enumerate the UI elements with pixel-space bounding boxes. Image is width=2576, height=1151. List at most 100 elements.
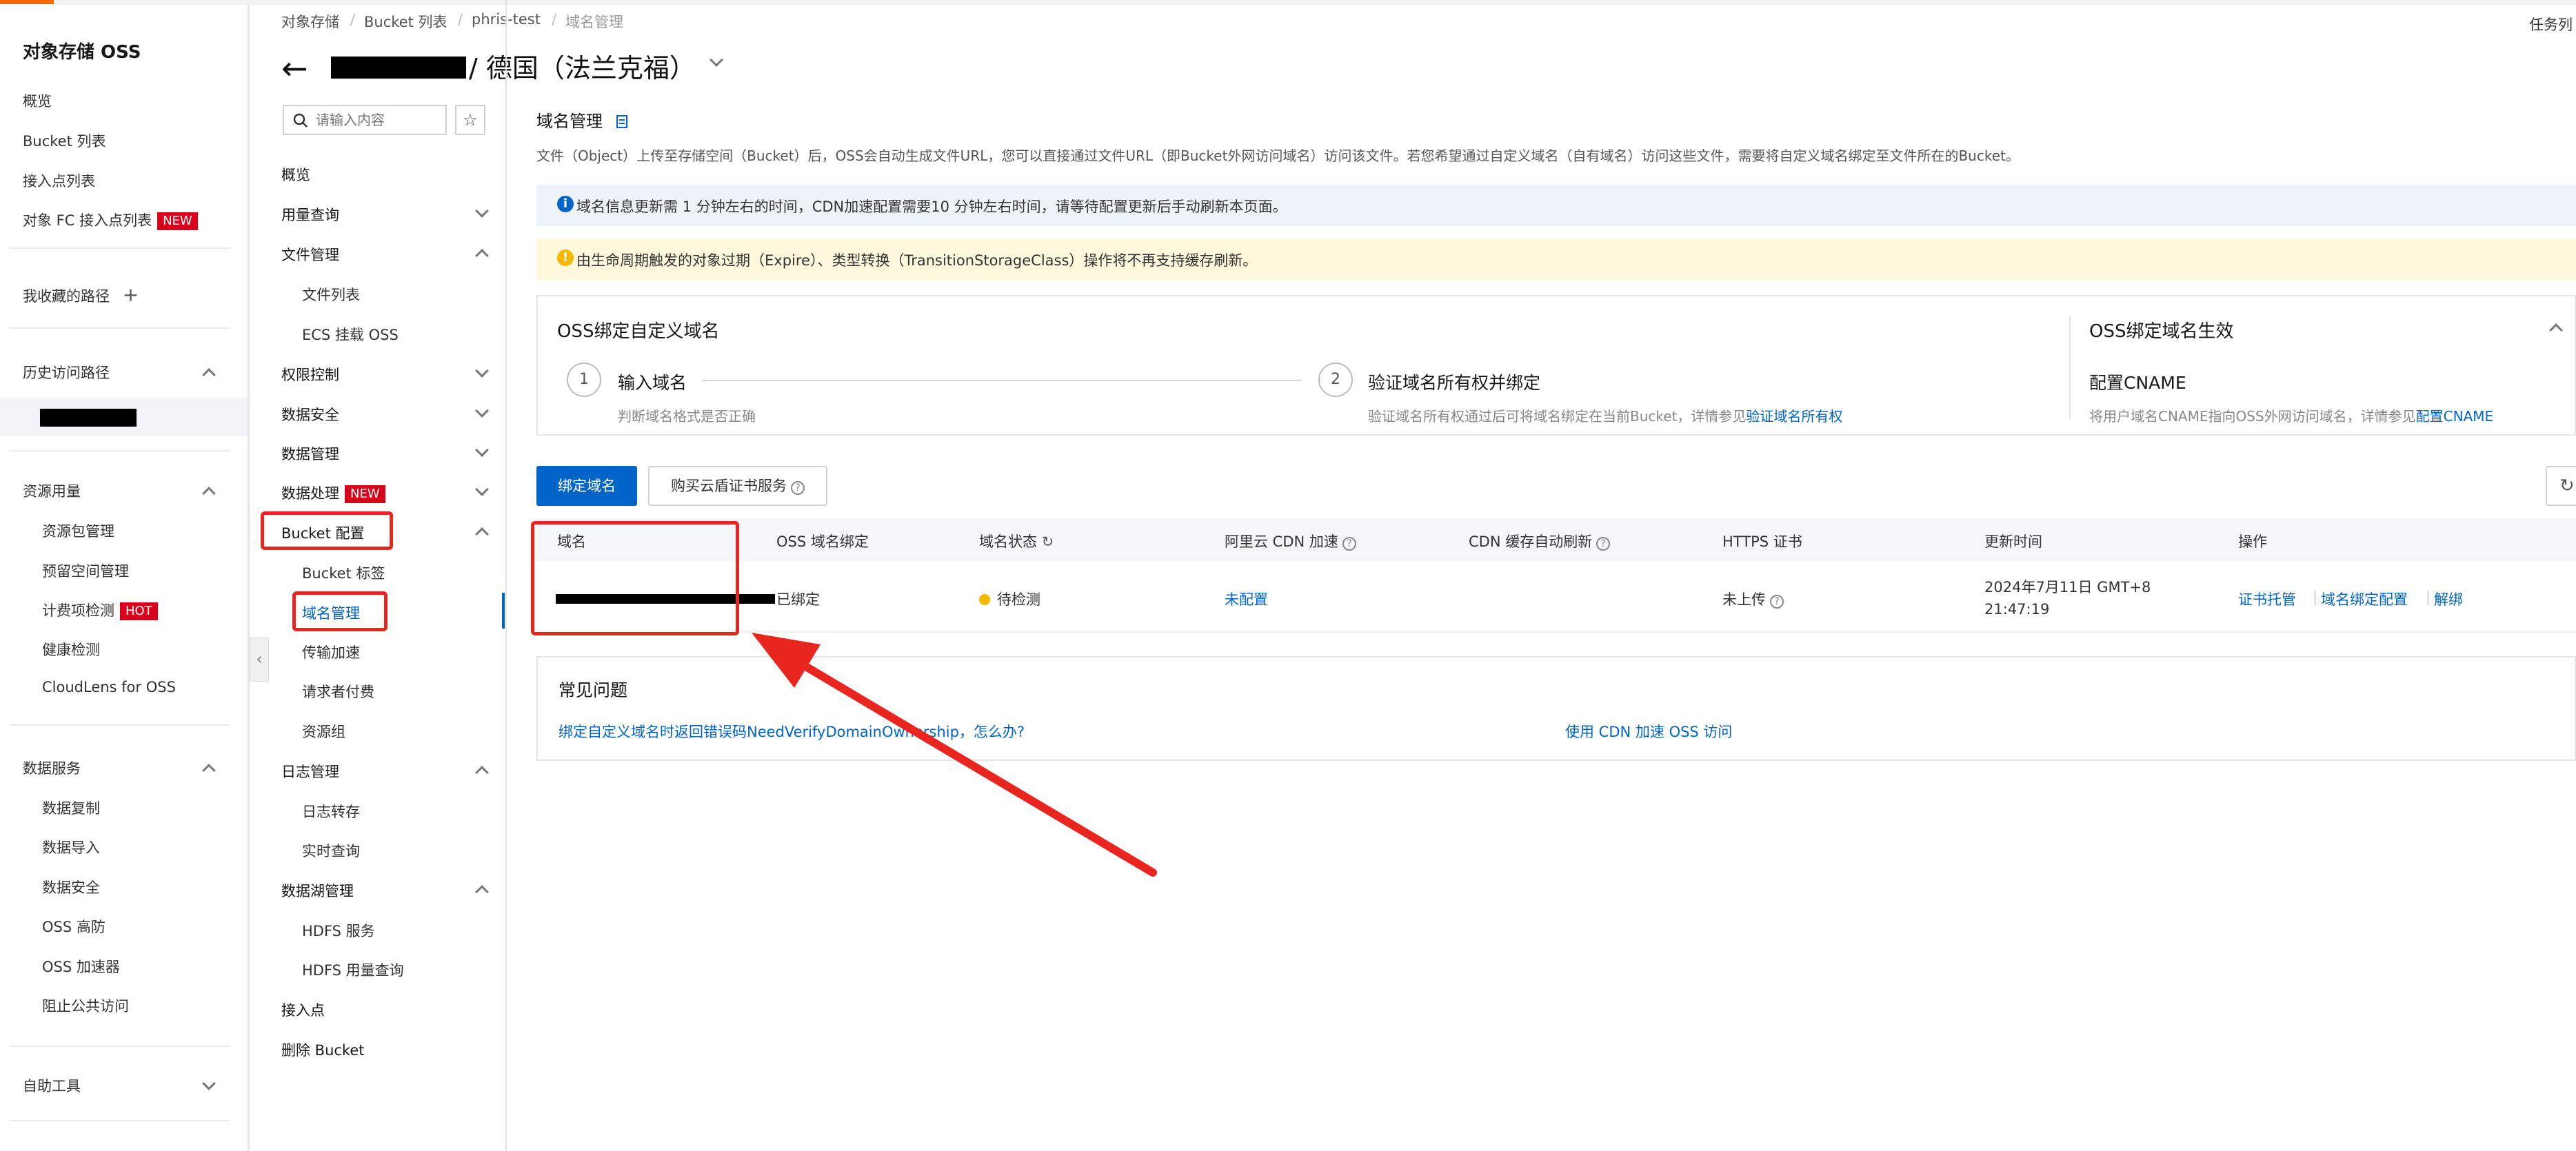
- sidebar-item-data-security[interactable]: 数据安全: [42, 877, 100, 897]
- nav-divider: [505, 0, 507, 1151]
- add-icon[interactable]: +: [123, 283, 139, 306]
- chevron-up-icon[interactable]: [202, 764, 216, 777]
- bucket-nav-search-input[interactable]: [316, 110, 440, 130]
- divider: [10, 450, 230, 451]
- step-label: 输入域名: [618, 373, 687, 393]
- cell-cdn-link[interactable]: 未配置: [1225, 589, 1268, 609]
- bind-domain-button[interactable]: 绑定域名: [536, 466, 637, 506]
- sidebar-item-overview[interactable]: 概览: [23, 90, 52, 111]
- help-icon[interactable]: ?: [1770, 595, 1784, 609]
- bucket-nav-datalake[interactable]: 数据湖管理: [281, 880, 354, 901]
- column-header-label: 域名状态: [979, 533, 1037, 550]
- bucket-nav-log-mgmt[interactable]: 日志管理: [281, 761, 339, 782]
- help-icon[interactable]: ?: [1342, 537, 1356, 551]
- bucket-nav-file-mgmt[interactable]: 文件管理: [281, 244, 339, 265]
- step-number: 1: [567, 363, 601, 397]
- bucket-nav-transfer-acceleration[interactable]: 传输加速: [302, 642, 360, 662]
- bucket-nav-search[interactable]: [283, 105, 447, 135]
- chevron-up-icon[interactable]: [202, 487, 216, 500]
- bucket-nav-data-mgmt[interactable]: 数据管理: [281, 443, 339, 464]
- divider: [10, 1046, 230, 1047]
- refresh-icon[interactable]: ↻: [1042, 533, 1054, 550]
- bucket-nav-file-list[interactable]: 文件列表: [302, 284, 360, 305]
- action-domain-config[interactable]: 域名绑定配置: [2321, 589, 2408, 609]
- config-cname-link[interactable]: 配置CNAME: [2416, 408, 2494, 425]
- chevron-up-icon[interactable]: [475, 766, 489, 780]
- sidebar-item-favorites[interactable]: 我收藏的路径 +: [23, 283, 139, 306]
- chevron-down-icon[interactable]: [475, 204, 489, 218]
- help-icon[interactable]: ?: [791, 481, 805, 495]
- doc-icon[interactable]: [615, 114, 629, 129]
- bucket-nav-access-point[interactable]: 接入点: [281, 999, 325, 1020]
- card-divider: [2069, 316, 2071, 419]
- bucket-nav-realtime-query[interactable]: 实时查询: [302, 840, 360, 861]
- chevron-up-icon[interactable]: [475, 249, 489, 263]
- bind-domain-steps-card: OSS绑定自定义域名 1 输入域名 判断域名格式是否正确 2 验证域名所有权并绑…: [536, 295, 2576, 436]
- chevron-down-icon[interactable]: [710, 53, 723, 67]
- chevron-up-icon[interactable]: [2549, 323, 2563, 337]
- sidebar-item-bucket-list[interactable]: Bucket 列表: [23, 130, 106, 151]
- bucket-nav-requester-pays[interactable]: 请求者付费: [302, 681, 374, 702]
- bucket-nav-usage[interactable]: 用量查询: [281, 204, 339, 225]
- bucket-nav-hdfs[interactable]: HDFS 服务: [302, 920, 375, 941]
- bucket-nav-delete-bucket[interactable]: 删除 Bucket: [281, 1039, 365, 1060]
- annotation-highlight-domain-mgmt: [292, 591, 388, 631]
- chevron-down-icon[interactable]: [475, 443, 489, 457]
- chevron-down-icon[interactable]: [202, 1077, 216, 1090]
- chevron-up-icon[interactable]: [475, 885, 489, 899]
- bucket-nav-data-processing[interactable]: 数据处理 NEW: [281, 482, 385, 503]
- faq-link-cdn-acceleration[interactable]: 使用 CDN 加速 OSS 访问: [1565, 721, 1732, 742]
- sidebar-item-oss-ddos[interactable]: OSS 高防: [42, 916, 105, 937]
- sidebar-item-label: 计费项检测: [42, 602, 114, 619]
- sidebar-group-data-services[interactable]: 数据服务: [23, 757, 81, 778]
- action-unbind[interactable]: 解绑: [2434, 589, 2463, 609]
- sidebar-item-cloudlens[interactable]: CloudLens for OSS: [42, 679, 176, 695]
- faq-link-verify-ownership[interactable]: 绑定自定义域名时返回错误码NeedVerifyDomainOwnership，怎…: [559, 721, 1025, 742]
- star-icon[interactable]: ☆: [455, 105, 485, 135]
- bucket-nav-ecs-mount[interactable]: ECS 挂载 OSS: [302, 324, 399, 345]
- breadcrumb-bucket-list[interactable]: Bucket 列表: [364, 11, 447, 32]
- bucket-nav-bucket-tags[interactable]: Bucket 标签: [302, 562, 385, 583]
- card-right-title: OSS绑定域名生效: [2089, 321, 2234, 342]
- sidebar-item-health-check[interactable]: 健康检测: [42, 639, 100, 660]
- sidebar-item-block-public-access[interactable]: 阻止公共访问: [42, 995, 129, 1016]
- chevron-down-icon[interactable]: [475, 482, 489, 496]
- bucket-nav-resource-group[interactable]: 资源组: [302, 721, 345, 742]
- bucket-nav-log-dump[interactable]: 日志转存: [302, 801, 360, 822]
- bucket-nav-hdfs-usage[interactable]: HDFS 用量查询: [302, 959, 404, 980]
- chevron-down-icon[interactable]: [475, 364, 489, 378]
- bucket-nav-data-security[interactable]: 数据安全: [281, 404, 339, 425]
- main-sidebar: 对象存储 OSS 概览 Bucket 列表 接入点列表 对象 FC 接入点列表 N…: [0, 5, 250, 1151]
- divider: [10, 327, 230, 329]
- chevron-up-icon[interactable]: [202, 368, 216, 382]
- refresh-icon[interactable]: ↻: [2546, 466, 2576, 506]
- column-header-cdn-refresh: CDN 缓存自动刷新?: [1469, 531, 1611, 551]
- action-cert-hosting[interactable]: 证书托管: [2238, 589, 2296, 609]
- back-arrow-icon[interactable]: ←: [281, 50, 308, 87]
- sidebar-group-resource-usage[interactable]: 资源用量: [23, 480, 81, 501]
- task-list-link[interactable]: 任务列: [2529, 14, 2573, 34]
- sidebar-item-billing-check[interactable]: 计费项检测 HOT: [42, 600, 158, 620]
- sidebar-item-resource-pack[interactable]: 资源包管理: [42, 520, 114, 541]
- bucket-nav-overview[interactable]: 概览: [281, 164, 310, 185]
- chevron-up-icon[interactable]: [475, 527, 489, 541]
- history-entry-active[interactable]: [0, 398, 248, 436]
- sidebar-item-history[interactable]: 历史访问路径: [23, 362, 110, 383]
- breadcrumb-oss[interactable]: 对象存储: [281, 11, 339, 32]
- bucket-nav-permissions[interactable]: 权限控制: [281, 364, 339, 385]
- chevron-down-icon[interactable]: [475, 404, 489, 418]
- sidebar-item-data-replication[interactable]: 数据复制: [42, 797, 100, 818]
- sidebar-item-oss-accelerator[interactable]: OSS 加速器: [42, 956, 120, 977]
- sidebar-group-self-tools[interactable]: 自助工具: [23, 1075, 81, 1096]
- sidebar-item-data-import[interactable]: 数据导入: [42, 837, 100, 857]
- help-icon[interactable]: ?: [1596, 537, 1611, 551]
- verify-ownership-link[interactable]: 验证域名所有权: [1746, 408, 1842, 425]
- card-title: OSS绑定自定义域名: [557, 321, 720, 342]
- buy-cert-button[interactable]: 购买云盾证书服务?: [648, 466, 827, 506]
- collapse-sidebar-button[interactable]: ‹: [250, 638, 269, 682]
- info-icon: i: [557, 196, 574, 212]
- new-badge: NEW: [345, 485, 385, 503]
- sidebar-item-fc-access-points[interactable]: 对象 FC 接入点列表 NEW: [23, 210, 198, 230]
- sidebar-item-access-points[interactable]: 接入点列表: [23, 170, 95, 191]
- sidebar-item-reserved-space[interactable]: 预留空间管理: [42, 560, 129, 581]
